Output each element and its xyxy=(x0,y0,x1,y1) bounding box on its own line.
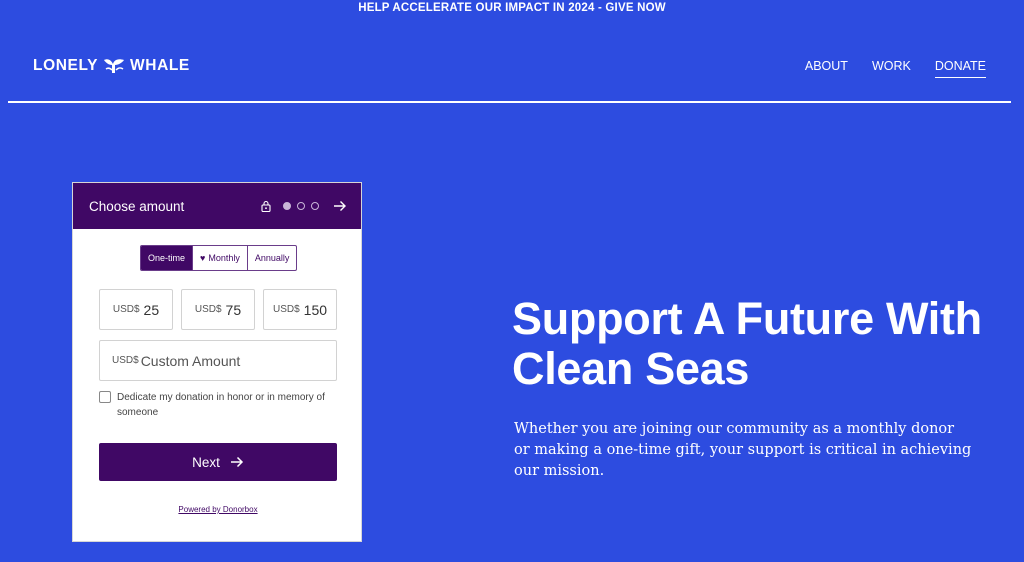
header-divider xyxy=(8,101,1011,103)
nav-donate[interactable]: DONATE xyxy=(934,59,986,78)
nav-work[interactable]: WORK xyxy=(872,59,911,78)
step-dot xyxy=(297,202,305,210)
next-button-label: Next xyxy=(192,454,220,470)
amount-value: 150 xyxy=(303,301,328,318)
frequency-annually-label: Annually xyxy=(254,253,290,263)
amount-option-75[interactable]: USD$ 75 xyxy=(181,289,255,330)
custom-amount-input[interactable] xyxy=(140,352,321,369)
heart-icon: ♥ xyxy=(200,253,206,263)
hero-title: Support A Future With Clean Seas xyxy=(512,293,982,394)
dedicate-checkbox[interactable] xyxy=(99,391,111,403)
arrow-right-icon xyxy=(230,456,243,468)
logo-text-right: WHALE xyxy=(130,57,190,74)
nav-about[interactable]: ABOUT xyxy=(805,59,848,78)
arrow-right-icon[interactable] xyxy=(333,200,347,212)
step-dot xyxy=(283,202,291,210)
dedicate-label: Dedicate my donation in honor or in memo… xyxy=(117,392,325,418)
amount-option-25[interactable]: USD$ 25 xyxy=(99,289,173,330)
widget-title: Choose amount xyxy=(89,198,185,214)
widget-header: Choose amount xyxy=(73,183,361,229)
next-button[interactable]: Next xyxy=(99,443,337,481)
logo-text-left: LONELY xyxy=(33,57,99,74)
currency-label: USD$ xyxy=(272,304,300,315)
currency-label: USD$ xyxy=(112,355,139,366)
dedicate-option: Dedicate my donation in honor or in memo… xyxy=(99,390,329,420)
step-dot xyxy=(311,202,319,210)
logo[interactable]: LONELY WHALE xyxy=(33,55,190,77)
amount-options: USD$ 25 USD$ 75 USD$ 150 xyxy=(99,289,337,330)
step-indicator xyxy=(283,202,319,210)
hero-description: Whether you are joining our community as… xyxy=(514,421,972,479)
currency-label: USD$ xyxy=(194,304,222,315)
lock-icon xyxy=(261,200,271,212)
frequency-toggle: One-time ♥ Monthly Annually xyxy=(140,245,298,271)
frequency-monthly[interactable]: ♥ Monthly xyxy=(193,246,248,270)
frequency-annually[interactable]: Annually xyxy=(248,246,297,270)
custom-amount-field: USD$ xyxy=(99,340,337,381)
frequency-one-time-label: One-time xyxy=(148,253,186,263)
main-nav: ABOUT WORK DONATE xyxy=(805,59,986,78)
donation-widget: Choose amount One-time ♥ Monthly Annuall… xyxy=(72,182,362,542)
amount-value: 75 xyxy=(225,301,242,318)
amount-option-150[interactable]: USD$ 150 xyxy=(263,289,337,330)
amount-value: 25 xyxy=(143,301,160,318)
frequency-monthly-label: Monthly xyxy=(208,253,240,263)
powered-by-link[interactable]: Powered by Donorbox xyxy=(73,505,363,514)
frequency-one-time[interactable]: One-time xyxy=(141,246,194,270)
announcement-banner[interactable]: HELP ACCELERATE OUR IMPACT IN 2024 - GIV… xyxy=(0,0,1024,18)
currency-label: USD$ xyxy=(112,304,140,315)
whale-tail-icon xyxy=(102,57,126,75)
